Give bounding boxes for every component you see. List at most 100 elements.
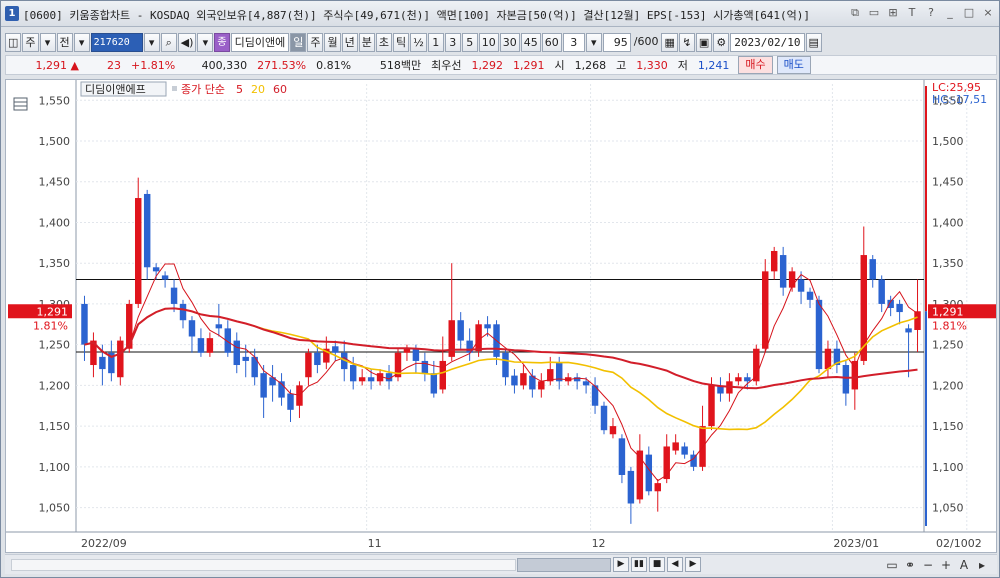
period-week-select[interactable]: 주: [22, 32, 39, 52]
step-1[interactable]: 1: [427, 32, 444, 52]
link-icon[interactable]: ⚭: [903, 557, 917, 573]
interval-day[interactable]: 일: [290, 32, 307, 52]
step-45[interactable]: 45: [520, 32, 541, 52]
indicator-icon[interactable]: ▦: [661, 32, 678, 52]
sound-dropdown-icon[interactable]: ▾: [197, 32, 214, 52]
chevron-down-icon[interactable]: ▾: [39, 32, 56, 52]
scroll-thumb[interactable]: [517, 558, 611, 572]
forward-icon[interactable]: ▶: [685, 557, 701, 572]
help-icon[interactable]: ?: [924, 5, 938, 21]
code-dropdown-icon[interactable]: ▾: [143, 32, 160, 52]
step-5[interactable]: 5: [461, 32, 478, 52]
candle-body: [914, 311, 921, 330]
zoom-out-icon[interactable]: −: [921, 557, 935, 573]
x-tick-label: 02: [968, 537, 982, 550]
x-tick-label: 2022/09: [81, 537, 127, 550]
interval-tick[interactable]: 틱: [392, 32, 410, 52]
candle-body: [520, 373, 527, 386]
interval-minute[interactable]: 분: [358, 32, 375, 52]
panel-grid-icon[interactable]: [13, 97, 28, 111]
chevron-down-icon[interactable]: ▾: [73, 32, 90, 52]
interval-year[interactable]: 년: [341, 32, 358, 52]
pause-icon[interactable]: ▮▮: [631, 557, 647, 572]
candle-body: [314, 352, 321, 366]
save-icon[interactable]: ▣: [695, 32, 713, 52]
candle-body: [117, 340, 124, 378]
candle-body: [260, 373, 267, 398]
candle-body: [708, 385, 715, 427]
step-value-select[interactable]: 3: [562, 32, 585, 52]
close-button[interactable]: ×: [981, 5, 995, 21]
scroll-track[interactable]: [11, 559, 516, 571]
link-window-icon[interactable]: ⧉: [848, 5, 862, 21]
stop-icon[interactable]: ■: [649, 557, 665, 572]
x-tick-label: 11: [368, 537, 382, 550]
chart-area[interactable]: 1,050 1,050 1,100 1,100 1,150 1,150 1,200 1,200…: [5, 79, 997, 553]
step-10[interactable]: 10: [478, 32, 499, 52]
candle-body: [215, 324, 223, 329]
rewind-icon[interactable]: ◀: [667, 557, 683, 572]
y-tick-label-left: 1,250: [39, 339, 71, 352]
sound-icon[interactable]: ◀): [177, 32, 197, 52]
step-60[interactable]: 60: [541, 32, 562, 52]
stock-code-input[interactable]: 217620: [90, 32, 143, 52]
restore-layout-icon[interactable]: ▭: [867, 5, 881, 21]
interval-month[interactable]: 월: [324, 32, 341, 52]
y-tick-label-left: 1,500: [39, 135, 71, 148]
zoom-controls: ▭ ⚭ − + A ▸: [885, 557, 989, 573]
draw-tool-icon[interactable]: ↯: [678, 32, 695, 52]
candle-body: [582, 381, 590, 386]
price-change: 23: [107, 58, 121, 72]
y-tick-label-right: 1,100: [932, 461, 964, 474]
volume: 400,330: [201, 58, 248, 72]
turnover-rate: 0.81%: [316, 58, 352, 72]
playback-controls: ▶ ▮▮ ■ ◀ ▶: [613, 557, 701, 572]
candle-body: [502, 352, 509, 378]
sell-button[interactable]: 매도: [776, 56, 811, 74]
grid-layout-icon[interactable]: ⊞: [886, 5, 900, 21]
y-tick-label-right: 1,050: [932, 502, 964, 515]
interval-second[interactable]: 초: [375, 32, 392, 52]
candle-body: [349, 365, 357, 382]
buy-button[interactable]: 매수: [738, 56, 773, 74]
maximize-button[interactable]: □: [962, 5, 976, 21]
candle-body: [806, 291, 814, 300]
count-input[interactable]: 95: [602, 32, 631, 52]
candle-body: [600, 405, 608, 431]
calendar-icon[interactable]: ▤: [805, 32, 822, 52]
volume-ratio: 271.53%: [257, 58, 307, 72]
high-price: 1,330: [636, 58, 668, 72]
font-size-icon[interactable]: A: [957, 557, 971, 573]
open-price: 1,268: [574, 58, 607, 72]
last-pct-right: 1.81%: [932, 319, 967, 332]
font-icon[interactable]: T: [905, 5, 919, 21]
chart-settings-icon[interactable]: ◫: [5, 32, 22, 52]
search-icon[interactable]: ⌕: [160, 32, 177, 52]
best-quote-label: 최우선: [431, 59, 462, 72]
gear-icon[interactable]: ⚙: [713, 32, 730, 52]
candle-body: [99, 356, 106, 370]
fraction-button[interactable]: ½: [410, 32, 427, 52]
candle-body: [762, 271, 769, 349]
chart-scrollbar[interactable]: ▶ ▮▮ ■ ◀ ▶ ▭ ⚭ − + A ▸: [5, 554, 997, 574]
step-dropdown-icon[interactable]: ▾: [585, 32, 602, 52]
step-30[interactable]: 30: [499, 32, 520, 52]
interval-week[interactable]: 주: [307, 32, 324, 52]
period-all-select[interactable]: 전: [56, 32, 73, 52]
minimize-button[interactable]: _: [943, 5, 957, 21]
date-input[interactable]: 2023/02/10: [730, 32, 805, 52]
play-icon[interactable]: ▶: [613, 557, 629, 572]
stock-name-field[interactable]: 디딤이앤에: [230, 32, 290, 52]
view-mode-icon[interactable]: ▭: [885, 557, 899, 573]
candlestick-chart[interactable]: 1,050 1,050 1,100 1,100 1,150 1,150 1,200 1,200…: [6, 80, 996, 552]
candle-body: [896, 303, 903, 313]
candle-body: [797, 279, 805, 292]
y-tick-label-right: 1,200: [932, 379, 964, 392]
legend-ma-label: 종가 단순: [181, 83, 225, 96]
zoom-in-icon[interactable]: +: [939, 557, 953, 573]
scroll-right-icon[interactable]: ▸: [975, 557, 989, 573]
step-3[interactable]: 3: [444, 32, 461, 52]
candle-body: [287, 393, 294, 410]
open-label: 시: [554, 59, 565, 72]
high-label: 고: [616, 59, 627, 72]
